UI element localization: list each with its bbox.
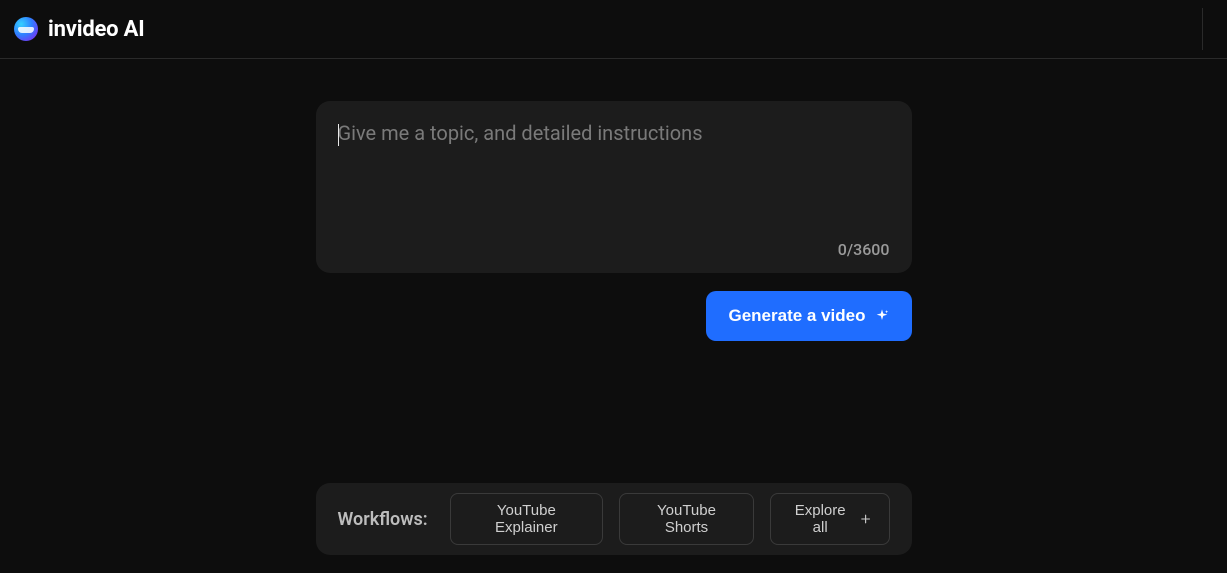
brand-logo-icon — [14, 17, 38, 41]
workflow-chips: YouTube Explainer YouTube Shorts Explore… — [450, 493, 890, 545]
char-counter: 0/3600 — [338, 240, 890, 259]
generate-video-button[interactable]: Generate a video — [706, 291, 911, 341]
brand-logo-wrap[interactable]: invideo AI — [14, 17, 145, 42]
workflows-label: Workflows: — [338, 509, 428, 530]
workflow-chip-label: YouTube Explainer — [467, 502, 586, 536]
prompt-input[interactable] — [338, 121, 890, 240]
workflow-chip-explore-all[interactable]: Explore all — [770, 493, 889, 545]
header-divider — [1202, 8, 1203, 50]
sparkle-icon — [874, 308, 890, 324]
workflow-chip-label: YouTube Shorts — [636, 502, 737, 536]
action-row: Generate a video — [316, 291, 912, 341]
workflow-chip-youtube-shorts[interactable]: YouTube Shorts — [619, 493, 754, 545]
plus-icon — [859, 512, 872, 526]
explore-all-label: Explore all — [787, 502, 853, 536]
workflow-chip-youtube-explainer[interactable]: YouTube Explainer — [450, 493, 603, 545]
prompt-box: 0/3600 — [316, 101, 912, 273]
main-area: 0/3600 Generate a video — [0, 59, 1227, 341]
workflows-bar: Workflows: YouTube Explainer YouTube Sho… — [316, 483, 912, 555]
text-cursor — [338, 124, 340, 146]
generate-video-label: Generate a video — [728, 306, 865, 326]
brand-name: invideo AI — [48, 17, 145, 42]
app-header: invideo AI — [0, 0, 1227, 59]
